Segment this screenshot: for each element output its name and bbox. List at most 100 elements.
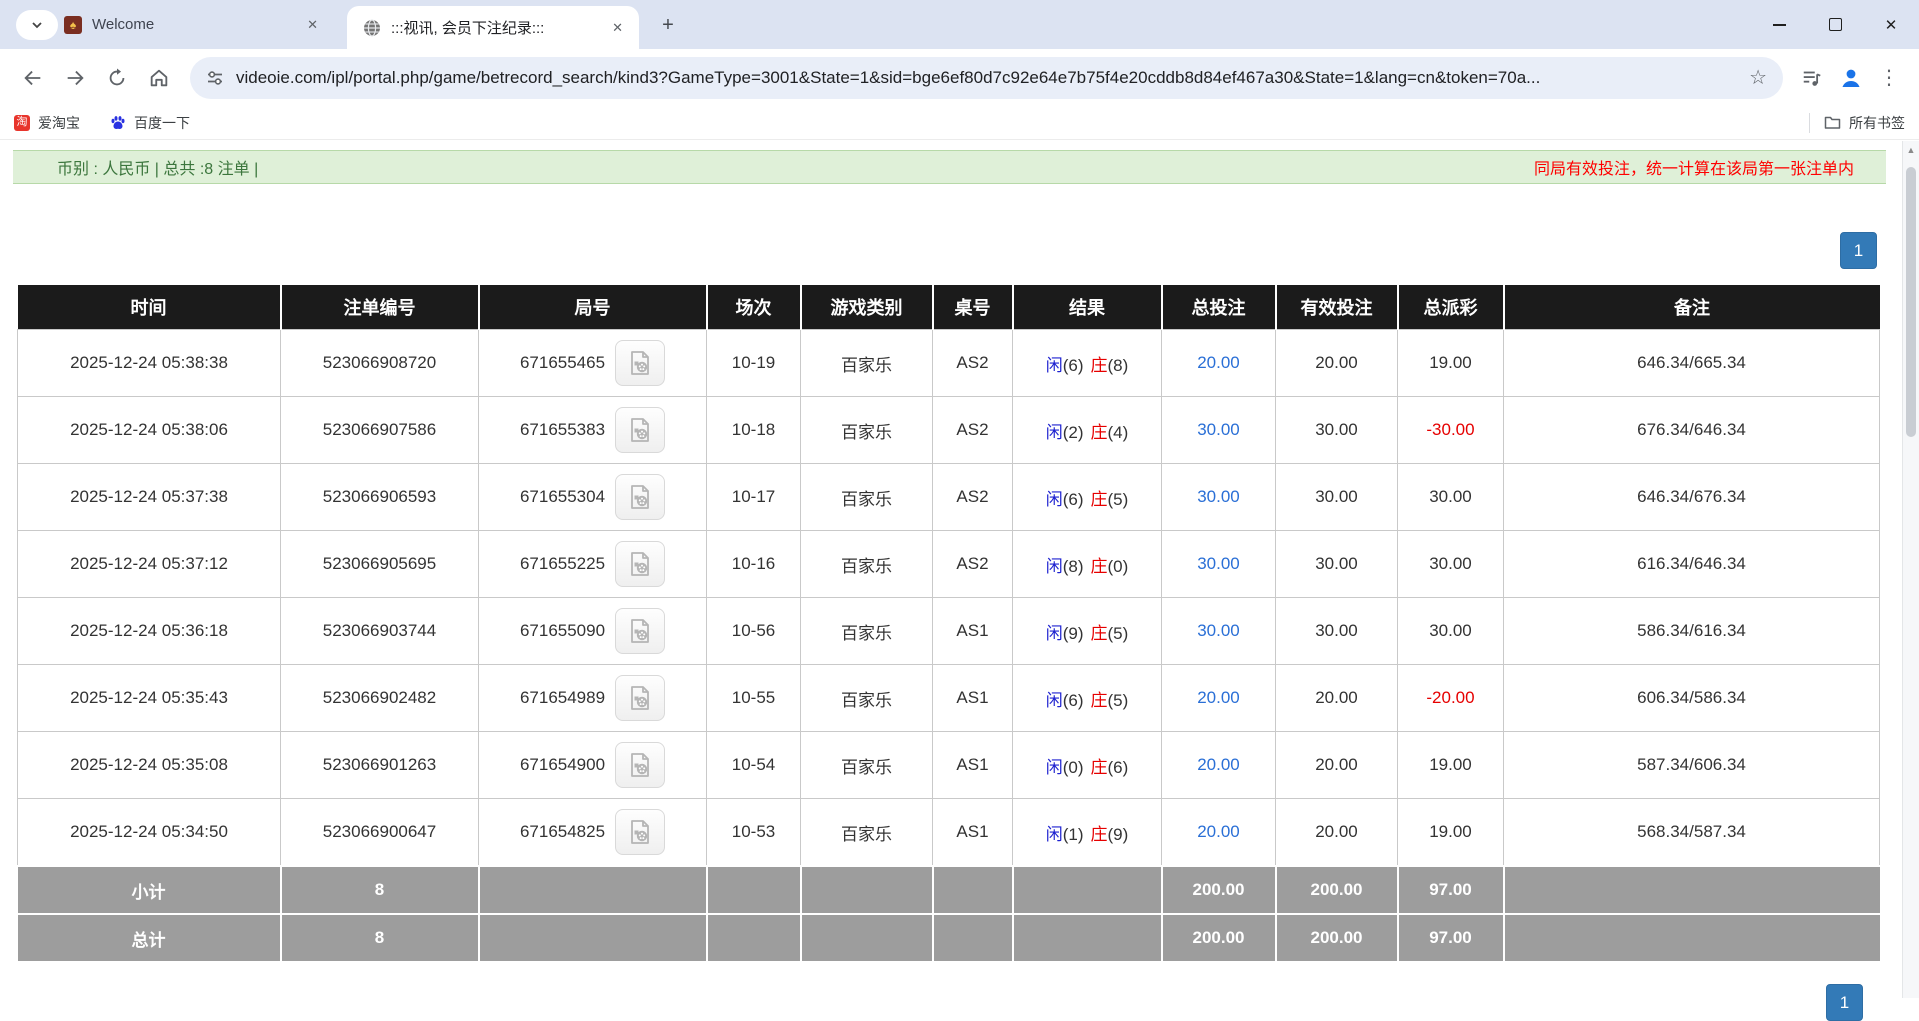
- home-button[interactable]: [143, 62, 175, 94]
- site-info-icon[interactable]: [206, 69, 224, 87]
- cell-total-bet[interactable]: 20.00: [1162, 732, 1276, 799]
- profile-avatar[interactable]: [1839, 66, 1863, 90]
- cell-total-bet[interactable]: 20.00: [1162, 330, 1276, 397]
- banker-result: 庄: [1091, 691, 1108, 710]
- round-number: 671655304: [520, 487, 605, 506]
- bookmark-star-icon[interactable]: ☆: [1749, 65, 1767, 90]
- tab-close-icon[interactable]: ✕: [303, 15, 322, 35]
- tab-bet-records[interactable]: :::视讯, 会员下注纪录::: ✕: [347, 6, 639, 49]
- cell-remark: 586.34/616.34: [1504, 598, 1880, 665]
- round-number: 671654989: [520, 688, 605, 707]
- column-header-0: 时间: [18, 285, 281, 330]
- cell-table-number: AS1: [933, 598, 1013, 665]
- bookmark-aitaobao[interactable]: 淘 爱淘宝: [14, 113, 80, 133]
- table-row: 2025-12-24 05:37:12 523066905695 6716552…: [18, 531, 1880, 598]
- cell-payout: -20.00: [1398, 665, 1504, 732]
- minimize-button[interactable]: [1751, 0, 1807, 49]
- url-text[interactable]: videoie.com/ipl/portal.php/game/betrecor…: [236, 68, 1739, 88]
- address-bar[interactable]: videoie.com/ipl/portal.php/game/betrecor…: [190, 57, 1783, 99]
- cell-round: 671655090: [479, 598, 707, 665]
- video-replay-button[interactable]: [615, 541, 665, 587]
- cell-payout: 19.00: [1398, 732, 1504, 799]
- forward-button[interactable]: [59, 62, 91, 94]
- browser-toolbar: videoie.com/ipl/portal.php/game/betrecor…: [0, 49, 1919, 106]
- table-row: 2025-12-24 05:36:18 523066903744 6716550…: [18, 598, 1880, 665]
- tab-close-icon[interactable]: ✕: [608, 18, 627, 38]
- subtotal-payout: 97.00: [1398, 866, 1504, 914]
- scrollbar-thumb[interactable]: [1906, 167, 1916, 437]
- cell-valid-bet: 20.00: [1276, 732, 1398, 799]
- cell-result: 闲(1)庄(9): [1013, 799, 1162, 867]
- banker-result: 庄: [1091, 356, 1108, 375]
- cell-table-number: AS2: [933, 464, 1013, 531]
- tab-welcome[interactable]: ♠ Welcome ✕: [44, 0, 334, 49]
- cell-result: 闲(6)庄(8): [1013, 330, 1162, 397]
- menu-kebab-icon[interactable]: ⋮: [1879, 65, 1899, 90]
- all-bookmarks-button[interactable]: 所有书签: [1809, 113, 1905, 133]
- bet-records-table: 时间注单编号局号场次游戏类别桌号结果总投注有效投注总派彩备注 2025-12-2…: [17, 285, 1879, 961]
- banker-score: (4): [1108, 423, 1129, 442]
- video-replay-button[interactable]: [615, 340, 665, 386]
- total-valid-bet: 200.00: [1276, 914, 1398, 961]
- cell-game-type: 百家乐: [801, 330, 933, 397]
- back-button[interactable]: [17, 62, 49, 94]
- round-number: 671655383: [520, 420, 605, 439]
- video-replay-button[interactable]: [615, 474, 665, 520]
- cell-total-bet[interactable]: 30.00: [1162, 464, 1276, 531]
- player-score: (6): [1063, 490, 1084, 509]
- maximize-button[interactable]: [1807, 0, 1863, 49]
- player-score: (9): [1063, 624, 1084, 643]
- table-row: 2025-12-24 05:35:43 523066902482 6716549…: [18, 665, 1880, 732]
- pagination-page-1-top[interactable]: 1: [1840, 232, 1877, 269]
- video-replay-button[interactable]: [615, 608, 665, 654]
- cell-result: 闲(9)庄(5): [1013, 598, 1162, 665]
- column-header-6: 结果: [1013, 285, 1162, 330]
- cell-bet-id: 523066905695: [281, 531, 479, 598]
- cell-game-type: 百家乐: [801, 799, 933, 867]
- cell-total-bet[interactable]: 30.00: [1162, 598, 1276, 665]
- video-replay-button[interactable]: [615, 407, 665, 453]
- video-replay-button[interactable]: [615, 809, 665, 855]
- tab-strip: ♠ Welcome ✕ :::视讯, 会员下注纪录::: ✕ + ✕: [0, 0, 1919, 49]
- media-controls-icon[interactable]: [1801, 67, 1823, 89]
- cell-bet-id: 523066900647: [281, 799, 479, 867]
- banker-score: (5): [1108, 624, 1129, 643]
- table-header-row: 时间注单编号局号场次游戏类别桌号结果总投注有效投注总派彩备注: [18, 285, 1880, 330]
- pagination-page-1-bottom[interactable]: 1: [1826, 984, 1863, 1021]
- cell-total-bet[interactable]: 20.00: [1162, 665, 1276, 732]
- subtotal-valid-bet: 200.00: [1276, 866, 1398, 914]
- cell-game-type: 百家乐: [801, 397, 933, 464]
- cell-total-bet[interactable]: 30.00: [1162, 397, 1276, 464]
- cell-valid-bet: 30.00: [1276, 531, 1398, 598]
- video-replay-button[interactable]: [615, 742, 665, 788]
- total-total-bet: 200.00: [1162, 914, 1276, 961]
- subtotal-total-bet: 200.00: [1162, 866, 1276, 914]
- cell-session: 10-19: [707, 330, 801, 397]
- cell-total-bet[interactable]: 30.00: [1162, 531, 1276, 598]
- cell-result: 闲(6)庄(5): [1013, 665, 1162, 732]
- cell-bet-id: 523066907586: [281, 397, 479, 464]
- banker-result: 庄: [1091, 557, 1108, 576]
- cell-total-bet[interactable]: 20.00: [1162, 799, 1276, 867]
- total-count: 8: [281, 914, 479, 961]
- video-replay-button[interactable]: [615, 675, 665, 721]
- banker-result: 庄: [1091, 825, 1108, 844]
- window-close-button[interactable]: ✕: [1863, 0, 1919, 49]
- taobao-icon: 淘: [14, 115, 30, 131]
- cell-time: 2025-12-24 05:35:08: [18, 732, 281, 799]
- scroll-up-arrow[interactable]: ▲: [1903, 141, 1919, 159]
- cell-remark: 646.34/665.34: [1504, 330, 1880, 397]
- bookmark-baidu[interactable]: 百度一下: [110, 113, 190, 133]
- vertical-scrollbar[interactable]: ▲: [1902, 141, 1919, 998]
- round-number: 671654825: [520, 822, 605, 841]
- reload-button[interactable]: [101, 62, 133, 94]
- table-row: 2025-12-24 05:35:08 523066901263 6716549…: [18, 732, 1880, 799]
- cell-game-type: 百家乐: [801, 732, 933, 799]
- subtotal-label: 小计: [18, 866, 281, 914]
- new-tab-button[interactable]: +: [655, 12, 681, 38]
- bookmarks-bar: 淘 爱淘宝 百度一下 所有书签: [0, 106, 1919, 140]
- cell-bet-id: 523066901263: [281, 732, 479, 799]
- player-result: 闲: [1046, 758, 1063, 777]
- column-header-4: 游戏类别: [801, 285, 933, 330]
- banker-score: (8): [1108, 356, 1129, 375]
